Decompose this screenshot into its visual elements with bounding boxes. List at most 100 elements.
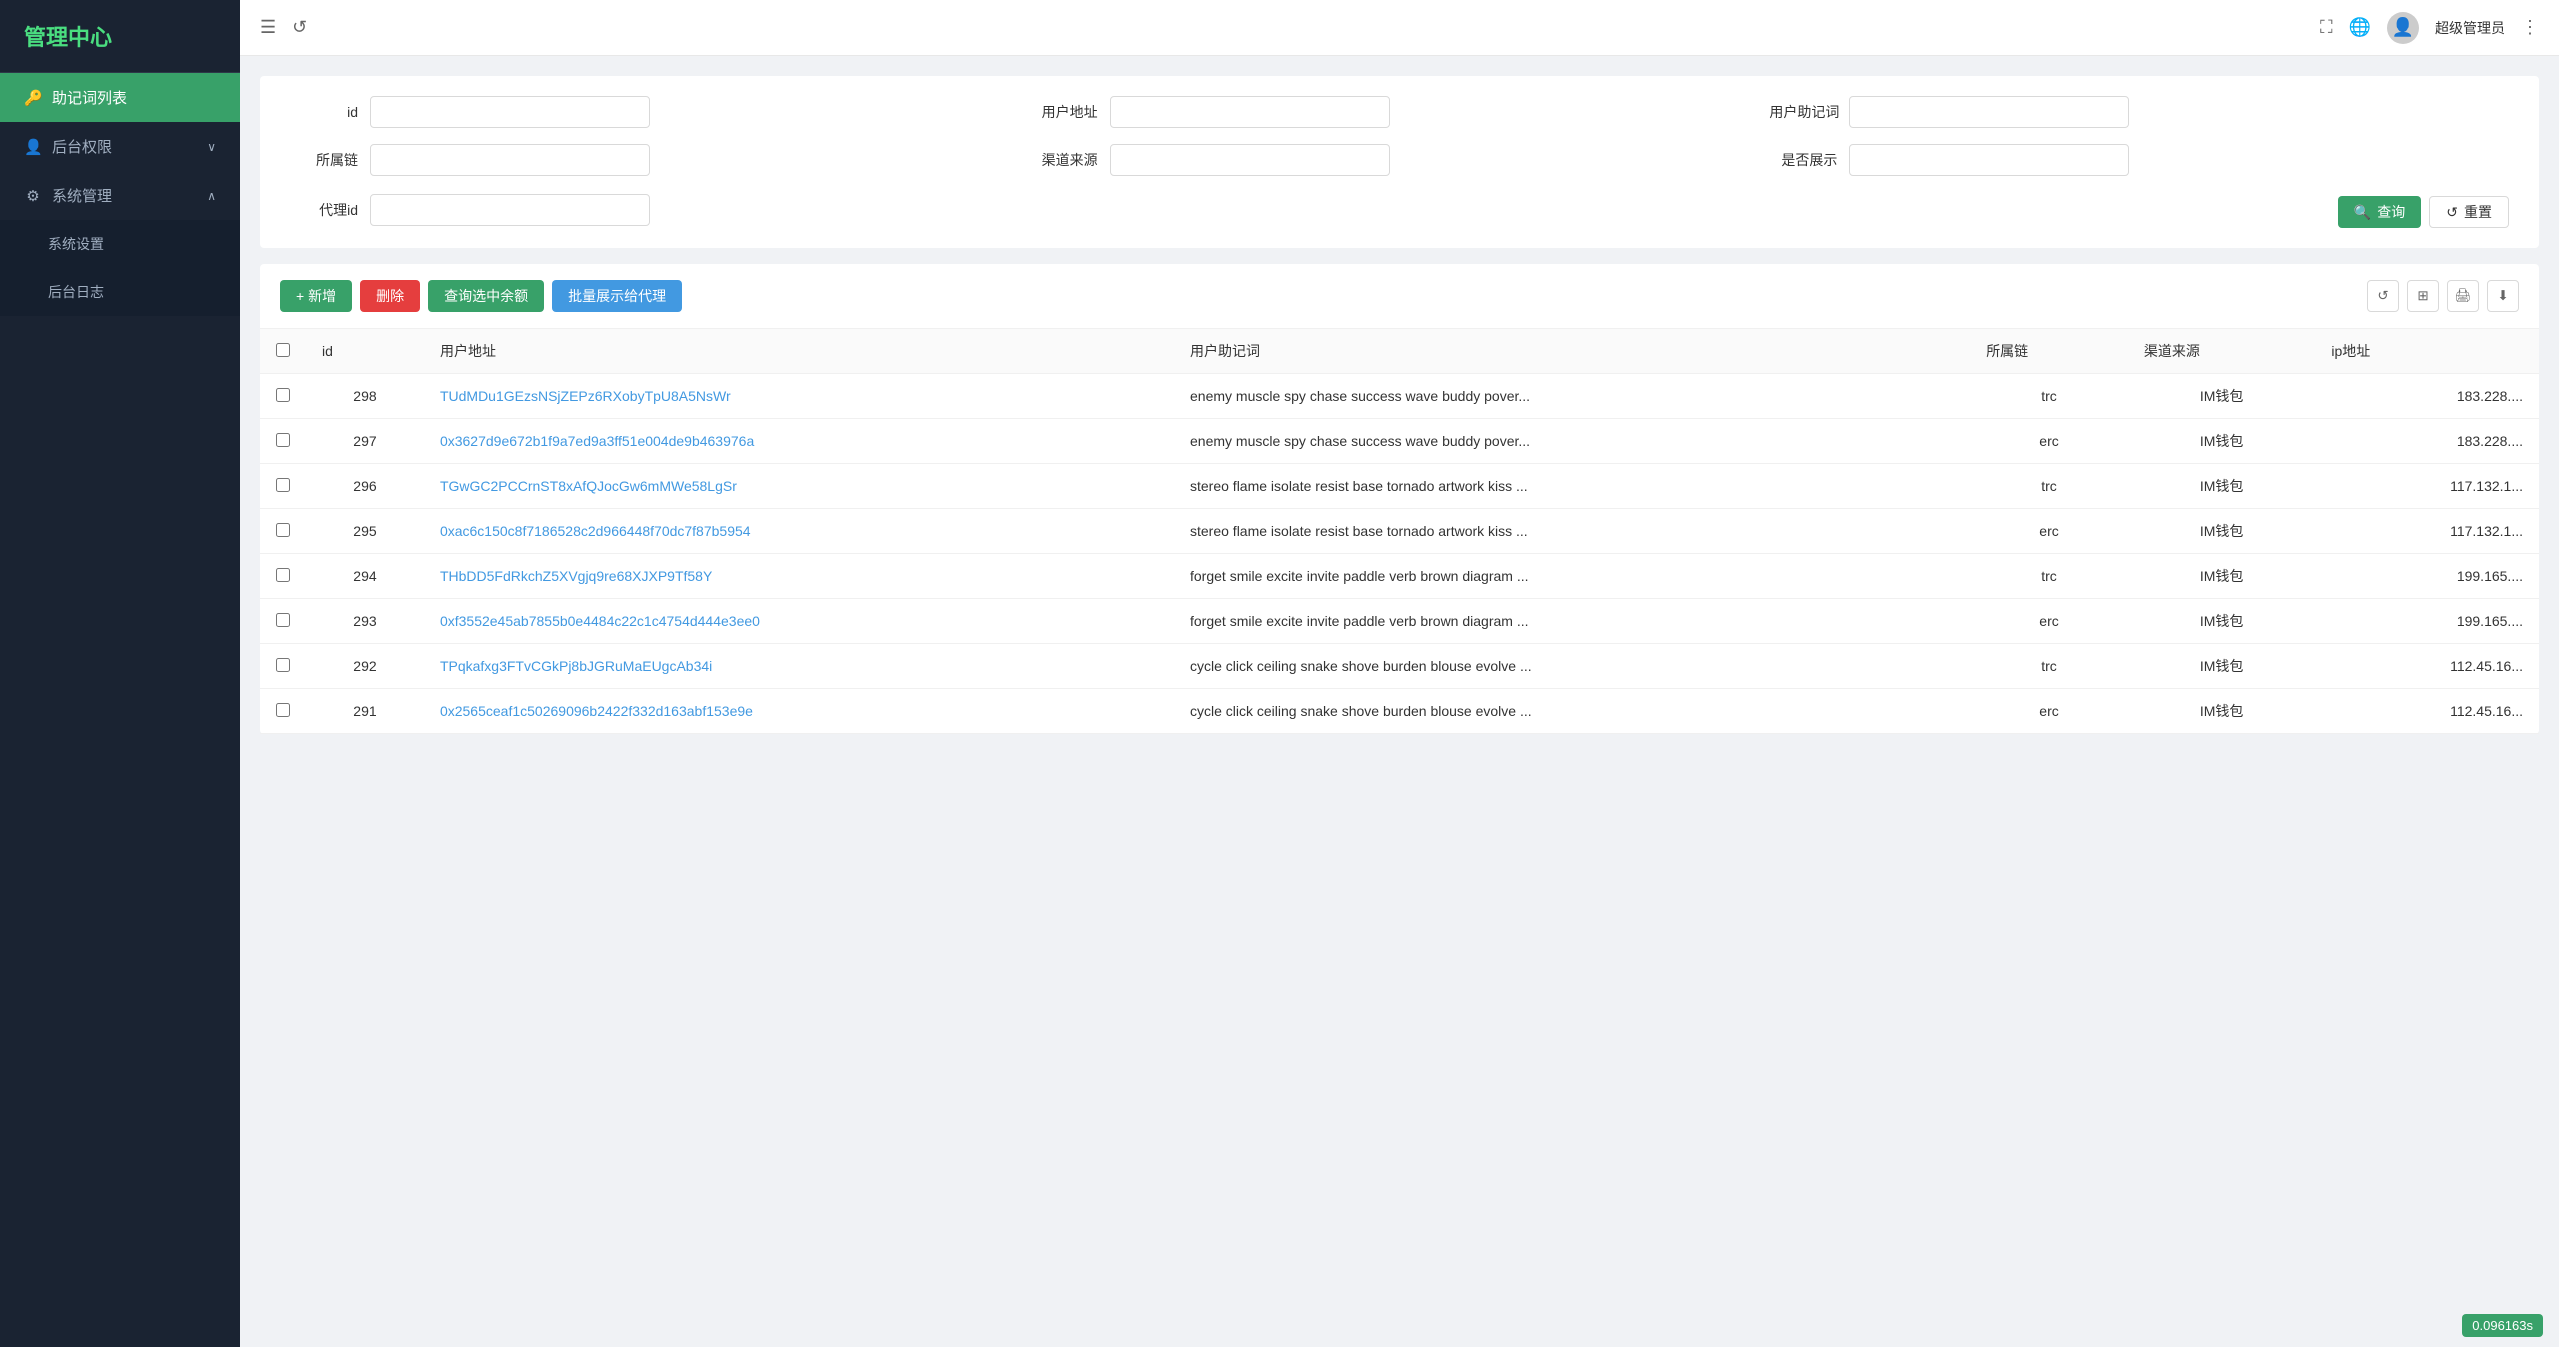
row-checkbox[interactable] (276, 568, 290, 582)
row-checkbox[interactable] (276, 478, 290, 492)
cell-id: 294 (306, 554, 424, 599)
refresh-icon[interactable]: ↺ (292, 17, 307, 38)
cell-mnemonic: enemy muscle spy chase success wave budd… (1174, 374, 1970, 419)
cell-address[interactable]: TUdMDu1GEzsNSjZEPz6RXobyTpU8A5NsWr (424, 374, 1174, 419)
row-checkbox[interactable] (276, 613, 290, 627)
refresh-table-button[interactable]: ↺ (2367, 280, 2399, 312)
refresh-icon: ↺ (2377, 288, 2388, 304)
cell-source: IM钱包 (2128, 554, 2316, 599)
cell-source: IM钱包 (2128, 599, 2316, 644)
cell-ip: 199.165.... (2315, 554, 2539, 599)
address-link[interactable]: TGwGC2PCCrnST8xAfQJocGw6mMWe58LgSr (440, 478, 737, 494)
cell-ip: 112.45.16... (2315, 644, 2539, 689)
username-label: 超级管理员 (2435, 18, 2505, 38)
sidebar-item-label: 后台权限 (52, 136, 112, 157)
cell-chain: erc (1970, 689, 2128, 734)
row-checkbox-cell[interactable] (260, 509, 306, 554)
cell-source: IM钱包 (2128, 644, 2316, 689)
cell-chain: erc (1970, 599, 2128, 644)
cell-ip: 199.165.... (2315, 599, 2539, 644)
cell-chain: trc (1970, 644, 2128, 689)
more-options-icon[interactable]: ⋮ (2521, 17, 2539, 38)
fullscreen-icon[interactable]: ⛶ (2320, 17, 2333, 38)
display-input[interactable] (1849, 144, 2129, 176)
main-area: ☰ ↺ ⛶ 🌐 👤 超级管理员 ⋮ id 用户地址 (240, 0, 2559, 1347)
menu-toggle-icon[interactable]: ☰ (260, 17, 276, 38)
search-icon: 🔍 (2354, 204, 2371, 221)
address-link[interactable]: 0x3627d9e672b1f9a7ed9a3ff51e004de9b46397… (440, 433, 754, 449)
select-all-checkbox[interactable] (276, 343, 290, 357)
sidebar-item-label: 助记词列表 (52, 87, 127, 108)
sidebar-item-system-management[interactable]: ⚙ 系统管理 ∧ (0, 171, 240, 220)
chain-input[interactable] (370, 144, 650, 176)
reset-button[interactable]: ↺ 重置 (2429, 196, 2509, 228)
agent-id-input[interactable] (370, 194, 650, 226)
row-checkbox[interactable] (276, 433, 290, 447)
gear-icon: ⚙ (24, 187, 42, 205)
sidebar-item-mnemonic-list[interactable]: 🔑 助记词列表 (0, 73, 240, 122)
cell-address[interactable]: TPqkafxg3FTvCGkPj8bJGRuMaEUgcAb34i (424, 644, 1174, 689)
row-checkbox-cell[interactable] (260, 419, 306, 464)
cell-ip: 117.132.1... (2315, 509, 2539, 554)
cell-mnemonic: stereo flame isolate resist base tornado… (1174, 509, 1970, 554)
batch-display-button[interactable]: 批量展示给代理 (552, 280, 682, 312)
globe-icon[interactable]: 🌐 (2349, 17, 2371, 38)
row-checkbox-cell[interactable] (260, 554, 306, 599)
channel-input[interactable] (1110, 144, 1390, 176)
header: ☰ ↺ ⛶ 🌐 👤 超级管理员 ⋮ (240, 0, 2559, 56)
cell-chain: trc (1970, 464, 2128, 509)
address-link[interactable]: TUdMDu1GEzsNSjZEPz6RXobyTpU8A5NsWr (440, 388, 731, 404)
cell-id: 291 (306, 689, 424, 734)
cell-address[interactable]: 0x2565ceaf1c50269096b2422f332d163abf153e… (424, 689, 1174, 734)
row-checkbox-cell[interactable] (260, 464, 306, 509)
sidebar-item-system-settings[interactable]: 系统设置 (0, 220, 240, 268)
address-link[interactable]: THbDD5FdRkchZ5XVgjq9re68XJXP9Tf58Y (440, 568, 712, 584)
sidebar-item-backend-log[interactable]: 后台日志 (0, 268, 240, 316)
print-button[interactable]: 🖨 (2447, 280, 2479, 312)
cell-ip: 183.228.... (2315, 419, 2539, 464)
sidebar-item-label: 系统设置 (48, 234, 104, 254)
query-balance-button[interactable]: 查询选中余额 (428, 280, 544, 312)
row-checkbox[interactable] (276, 523, 290, 537)
address-link[interactable]: 0xac6c150c8f7186528c2d966448f70dc7f87b59… (440, 523, 751, 539)
table-row: 295 0xac6c150c8f7186528c2d966448f70dc7f8… (260, 509, 2539, 554)
reset-icon: ↺ (2446, 204, 2458, 221)
table-row: 297 0x3627d9e672b1f9a7ed9a3ff51e004de9b4… (260, 419, 2539, 464)
row-checkbox-cell[interactable] (260, 644, 306, 689)
cell-address[interactable]: 0xf3552e45ab7855b0e4484c22c1c4754d444e3e… (424, 599, 1174, 644)
content-area: id 用户地址 用户助记词 所属链 渠道来源 (240, 56, 2559, 1347)
cell-ip: 117.132.1... (2315, 464, 2539, 509)
column-settings-button[interactable]: ⊞ (2407, 280, 2439, 312)
row-checkbox-cell[interactable] (260, 599, 306, 644)
sidebar-item-backend-permissions[interactable]: 👤 后台权限 ∨ (0, 122, 240, 171)
row-checkbox-cell[interactable] (260, 689, 306, 734)
user-mnemonic-input[interactable] (1849, 96, 2129, 128)
cell-chain: erc (1970, 419, 2128, 464)
export-button[interactable]: ⬇ (2487, 280, 2519, 312)
cell-address[interactable]: 0x3627d9e672b1f9a7ed9a3ff51e004de9b46397… (424, 419, 1174, 464)
search-button[interactable]: 🔍 查询 (2338, 196, 2421, 228)
address-link[interactable]: TPqkafxg3FTvCGkPj8bJGRuMaEUgcAb34i (440, 658, 712, 674)
cell-mnemonic: cycle click ceiling snake shove burden b… (1174, 644, 1970, 689)
row-checkbox[interactable] (276, 703, 290, 717)
cell-address[interactable]: TGwGC2PCCrnST8xAfQJocGw6mMWe58LgSr (424, 464, 1174, 509)
cell-address[interactable]: THbDD5FdRkchZ5XVgjq9re68XJXP9Tf58Y (424, 554, 1174, 599)
delete-button[interactable]: 删除 (360, 280, 420, 312)
address-link[interactable]: 0x2565ceaf1c50269096b2422f332d163abf153e… (440, 703, 753, 719)
address-link[interactable]: 0xf3552e45ab7855b0e4484c22c1c4754d444e3e… (440, 613, 760, 629)
cell-mnemonic: forget smile excite invite paddle verb b… (1174, 599, 1970, 644)
row-checkbox-cell[interactable] (260, 374, 306, 419)
cell-id: 293 (306, 599, 424, 644)
add-button[interactable]: + 新增 (280, 280, 352, 312)
table-row: 292 TPqkafxg3FTvCGkPj8bJGRuMaEUgcAb34i c… (260, 644, 2539, 689)
cell-address[interactable]: 0xac6c150c8f7186528c2d966448f70dc7f87b59… (424, 509, 1174, 554)
select-all-cell[interactable] (260, 329, 306, 374)
cell-id: 297 (306, 419, 424, 464)
id-input[interactable] (370, 96, 650, 128)
user-address-input[interactable] (1110, 96, 1390, 128)
row-checkbox[interactable] (276, 388, 290, 402)
row-checkbox[interactable] (276, 658, 290, 672)
columns-icon: ⊞ (2417, 288, 2428, 304)
cell-source: IM钱包 (2128, 464, 2316, 509)
col-header-source: 渠道来源 (2128, 329, 2316, 374)
